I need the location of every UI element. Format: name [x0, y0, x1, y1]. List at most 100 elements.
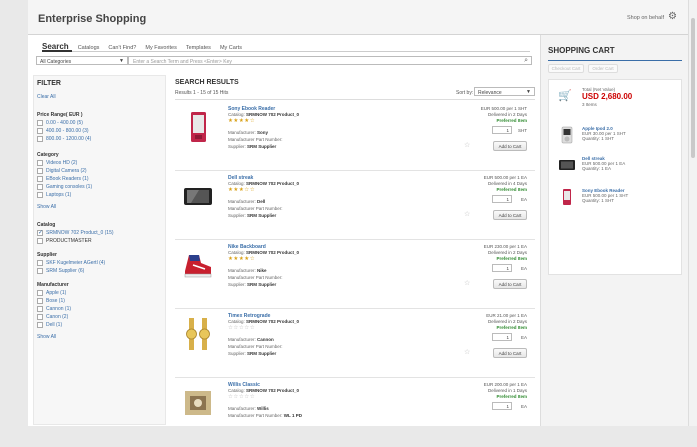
product-supplier: Supplier: SRM Supplier — [228, 282, 276, 287]
product-image-tablet[interactable] — [181, 180, 215, 212]
checkbox-checked[interactable] — [37, 229, 43, 236]
clear-all-link[interactable]: Clear All — [37, 94, 56, 100]
label: Catalog: — [228, 250, 245, 255]
filter-category-1[interactable]: Digital Camera (2) — [37, 168, 87, 174]
checkbox[interactable] — [37, 306, 43, 312]
add-to-cart-button[interactable]: Add to Cart — [493, 348, 527, 358]
filter-price-0[interactable]: 0.00 - 400.00 (5) — [37, 120, 83, 126]
filter-supplier-1[interactable]: SRM Supplier (6) — [37, 268, 84, 274]
checkbox[interactable] — [37, 168, 43, 174]
quantity-input[interactable]: 1 — [492, 264, 512, 272]
value: Dell — [257, 199, 266, 204]
filter-catalog-0[interactable]: SRMNOW 702 Product_0 (15) — [37, 229, 114, 236]
cart-item-count: 3 Items — [582, 102, 597, 107]
add-to-cart-button[interactable]: Add to Cart — [493, 210, 527, 220]
cart-title-underline — [548, 60, 682, 61]
label: Manufacturer: — [228, 406, 256, 411]
product-catalog: Catalog: SRMNOW 702 Product_0 — [228, 388, 299, 393]
checkbox[interactable] — [37, 314, 43, 320]
filter-category-3[interactable]: Gaming consoles (1) — [37, 184, 92, 190]
checkout-cart-button[interactable]: Checkout Cart — [548, 64, 584, 73]
label: Supplier: — [228, 144, 246, 149]
checkbox[interactable] — [37, 192, 43, 198]
search-icon[interactable]: ⌕ — [524, 57, 528, 65]
quantity-unit: EA — [520, 404, 527, 409]
favorite-star-icon[interactable]: ☆ — [464, 210, 470, 218]
favorite-star-icon[interactable]: ☆ — [464, 348, 470, 356]
category-select[interactable]: All Categories ▼ — [36, 56, 128, 65]
checkbox[interactable] — [37, 238, 43, 244]
filter-category-0[interactable]: Videos HD (2) — [37, 160, 77, 166]
product-delivery: Delivered in 2 Days — [487, 319, 527, 324]
checkbox[interactable] — [37, 298, 43, 304]
page-scrollbar[interactable] — [688, 0, 697, 426]
order-cart-button[interactable]: Order Cart — [588, 64, 618, 73]
checkbox[interactable] — [37, 290, 43, 296]
checkbox[interactable] — [37, 268, 43, 274]
quantity-unit: SHT — [518, 128, 527, 133]
result-row: Willis Classic Catalog: SRMNOW 702 Produ… — [175, 379, 535, 447]
manufacturer-show-all-link[interactable]: Show All — [37, 334, 56, 340]
filter-manufacturer-3[interactable]: Canon (2) — [37, 314, 68, 320]
checkbox[interactable] — [37, 160, 43, 166]
filter-label: Apple (1) — [46, 290, 67, 296]
product-price: EUR 230.00 per 1 EA — [483, 244, 527, 249]
scrollbar-thumb[interactable] — [691, 18, 695, 158]
filter-manufacturer-0[interactable]: Apple (1) — [37, 290, 66, 296]
label: Catalog: — [228, 319, 245, 324]
quantity-input[interactable]: 1 — [492, 333, 512, 341]
checkbox[interactable] — [37, 260, 43, 266]
checkbox[interactable] — [37, 322, 43, 328]
filter-manufacturer-1[interactable]: Bose (1) — [37, 298, 65, 304]
rating-stars: ☆☆☆☆☆ — [228, 325, 256, 331]
filter-manufacturer-4[interactable]: Dell (1) — [37, 322, 62, 328]
value: SRM Supplier — [247, 213, 277, 218]
search-input[interactable]: Enter a Search Term and Press <Enter> Ke… — [128, 56, 532, 65]
cart-item: Sony Ebook Reader EUR 500.00 per 1 SHT Q… — [582, 188, 628, 203]
results-count: Results 1 - 15 of 15 Hits — [175, 90, 229, 96]
cart-item: Dell streak EUR 500.00 per 1 EA Quantity… — [582, 156, 625, 171]
filter-manufacturer-2[interactable]: Cannon (1) — [37, 306, 71, 312]
value: SRMNOW 702 Product_0 — [246, 388, 300, 393]
filter-category-2[interactable]: EBook Readers (1) — [37, 176, 89, 182]
checkbox[interactable] — [37, 120, 43, 126]
checkbox[interactable] — [37, 176, 43, 182]
filter-catalog-1[interactable]: PRODUCTMASTER — [37, 238, 92, 244]
product-image-sneaker[interactable] — [181, 249, 215, 281]
quantity-unit: EA — [520, 266, 527, 271]
favorite-star-icon[interactable]: ☆ — [464, 279, 470, 287]
label: Manufacturer Part Number: — [228, 137, 283, 142]
label: Manufacturer: — [228, 130, 256, 135]
add-to-cart-button[interactable]: Add to Cart — [493, 279, 527, 289]
favorite-star-icon[interactable]: ☆ — [464, 141, 470, 149]
filter-label: Laptops (1) — [46, 192, 72, 198]
filter-label: Digital Camera (2) — [46, 168, 87, 174]
filter-label: Gaming consoles (1) — [46, 184, 93, 190]
product-image-ebook-reader[interactable] — [181, 111, 215, 143]
checkbox[interactable] — [37, 184, 43, 190]
filter-category-4[interactable]: Laptops (1) — [37, 192, 71, 198]
filter-label: Canon (2) — [46, 314, 69, 320]
catalog-title: Catalog — [37, 222, 56, 228]
value: SRM Supplier — [247, 144, 277, 149]
product-delivery: Delivered in 2 Days — [487, 112, 527, 117]
value: Willis — [257, 406, 269, 411]
product-delivery: Delivered in 2 Days — [487, 250, 527, 255]
gear-icon[interactable]: ⚙ — [668, 11, 677, 22]
sort-label: Sort by: — [456, 90, 474, 96]
product-image-clock[interactable] — [181, 387, 215, 419]
filter-price-2[interactable]: 800.00 - 1200.00 (4) — [37, 136, 91, 142]
quantity-input[interactable]: 1 — [492, 402, 512, 410]
product-image-watch[interactable] — [181, 318, 215, 350]
add-to-cart-button[interactable]: Add to Cart — [493, 141, 527, 151]
sort-select[interactable]: Relevance ▼ — [474, 87, 535, 96]
quantity-input[interactable]: 1 — [492, 195, 512, 203]
category-show-all-link[interactable]: Show All — [37, 204, 56, 210]
checkbox[interactable] — [37, 136, 43, 142]
filter-supplier-0[interactable]: SKF Kugelmeier AGertl (4) — [37, 260, 105, 266]
filter-price-1[interactable]: 400.00 - 800.00 (3) — [37, 128, 89, 134]
checkbox[interactable] — [37, 128, 43, 134]
quantity-input[interactable]: 1 — [492, 126, 512, 134]
preferred-badge: Preferred Item — [496, 118, 527, 123]
shop-on-behalf-link[interactable]: Shop on behalf — [627, 15, 664, 21]
